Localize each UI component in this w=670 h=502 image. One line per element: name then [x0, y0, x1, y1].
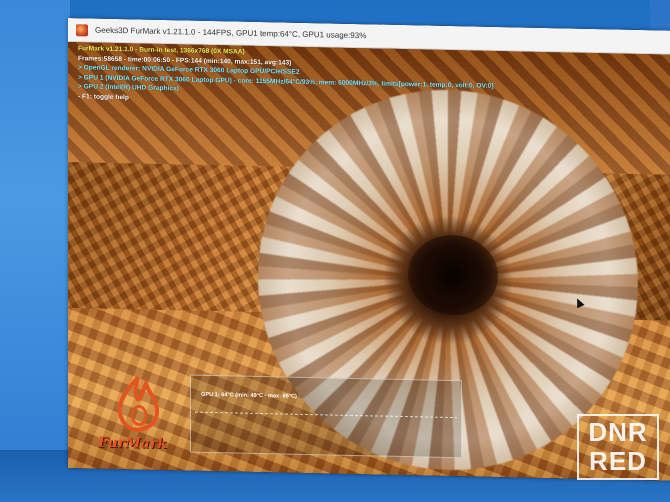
temperature-curve [195, 411, 457, 419]
watermark-line-2: RED [589, 446, 647, 476]
furmark-logo-text: FurMark [98, 434, 167, 453]
furmark-logo-icon [117, 376, 159, 432]
gpu-temperature-label: GPU 1: 64°C (min: 49°C - max: 65°C) [201, 391, 297, 400]
furmark-flame-icon [76, 23, 88, 36]
window-title: Geeks3D FurMark v1.21.1.0 - 144FPS, GPU1… [95, 25, 367, 41]
fur-donut-center [408, 234, 498, 317]
furmark-window[interactable]: Geeks3D FurMark v1.21.1.0 - 144FPS, GPU1… [68, 18, 670, 481]
desktop-background-left [0, 0, 70, 502]
gpu-temperature-graph: GPU 1: 64°C (min: 49°C - max: 65°C) [190, 374, 462, 459]
dnr-red-watermark: DNR RED [577, 414, 659, 480]
stats-overlay: FurMark v1.21.1.0 - Burn-in test, 1366x7… [78, 44, 494, 110]
watermark-line-1: DNR [588, 417, 648, 447]
